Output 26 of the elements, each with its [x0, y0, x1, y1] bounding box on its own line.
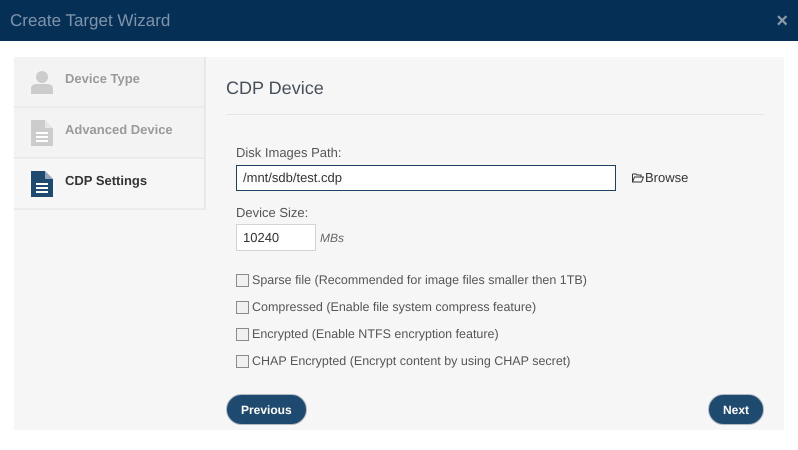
step-label: Device Type [65, 70, 140, 88]
browse-link[interactable]: Browse [632, 168, 688, 188]
checkbox-label: Encrypted (Enable NTFS encryption feature) [252, 326, 499, 343]
checkbox[interactable] [236, 274, 249, 286]
folder-icon [632, 172, 644, 182]
checkbox[interactable] [236, 300, 249, 314]
close-button[interactable]: × [776, 10, 788, 30]
checkbox-label: Compressed (Enable file system compress feature) [252, 298, 536, 316]
person-icon [31, 70, 53, 94]
previous-button[interactable]: Previous [226, 394, 307, 425]
next-button[interactable]: Next [708, 394, 764, 425]
field-label: Device Size: [236, 204, 310, 222]
unit-label: MBs [320, 230, 344, 246]
field-label: Disk Images Path: [236, 144, 342, 162]
window-title: Create Target Wizard [10, 10, 170, 32]
checkbox-label: Sparse file (Recommended for image files smaller then 1TB) [252, 272, 587, 289]
checkbox[interactable] [236, 354, 249, 368]
step-label: Advanced Device [65, 120, 173, 139]
size-field[interactable]: 10240 [236, 224, 316, 251]
document-icon [31, 120, 53, 146]
section-heading: CDP Device [226, 75, 764, 115]
document-icon [31, 170, 53, 196]
step-label: CDP Settings [65, 172, 148, 190]
path-field[interactable]: /mnt/sdb/test.cdp [236, 164, 616, 190]
checkbox-label: CHAP Encrypted (Encrypt content by using CHAP secret) [252, 352, 570, 370]
checkbox[interactable] [236, 328, 249, 340]
